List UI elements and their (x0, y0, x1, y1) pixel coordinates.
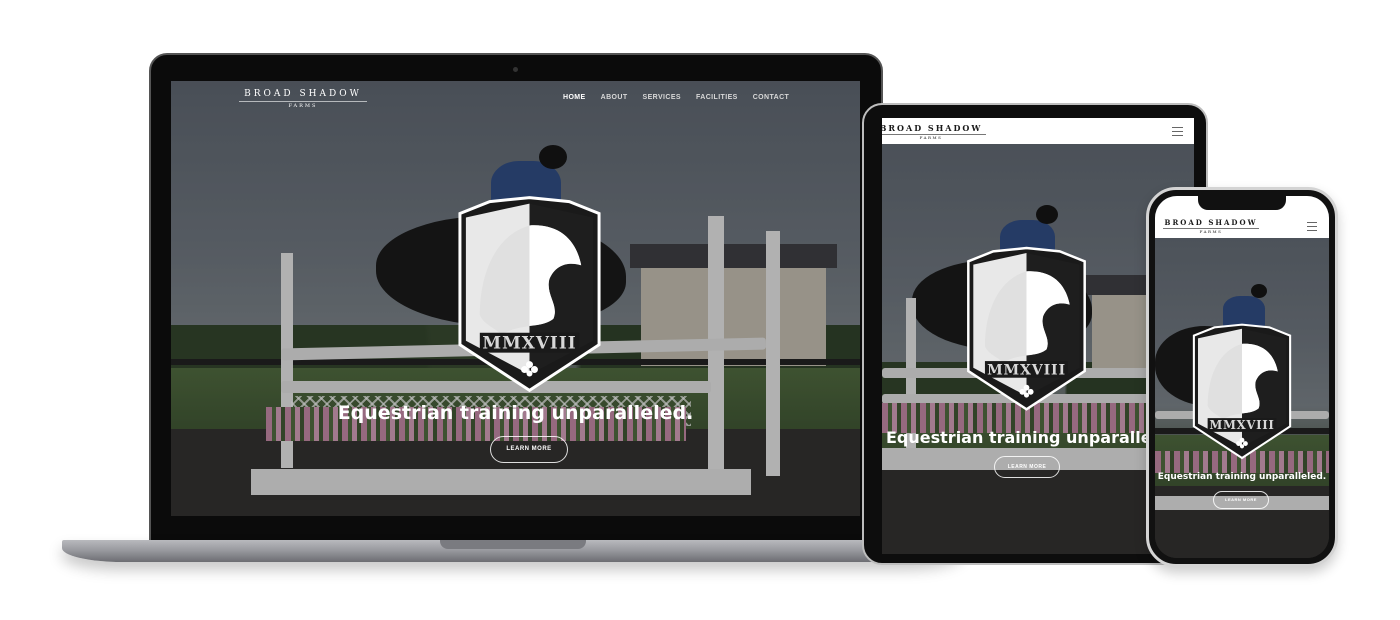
horse-crest-icon: MMXVIII (960, 245, 1093, 414)
horse-crest-icon: MMXVIII (1187, 322, 1297, 462)
site-logo[interactable]: BROAD SHADOW FARMS (239, 89, 367, 109)
logo-main-text: BROAD SHADOW (882, 123, 983, 133)
laptop-screen: BROAD SHADOW FARMS HOME ABOUT SERVICES F… (171, 81, 860, 516)
nav-home[interactable]: HOME (563, 94, 586, 101)
phone-notch (1198, 196, 1286, 210)
hero-title: Equestrian training unparalleled. (886, 428, 1186, 447)
learn-more-button[interactable]: LEARN MORE (490, 436, 568, 463)
nav-facilities[interactable]: FACILITIES (696, 94, 738, 101)
learn-more-button[interactable]: LEARN MORE (994, 456, 1060, 478)
crest-year: MMXVIII (1209, 418, 1274, 432)
logo-sub-text: FARMS (882, 134, 986, 140)
nav-contact[interactable]: CONTACT (753, 94, 790, 101)
logo-sub-text: FARMS (1163, 228, 1259, 234)
laptop-camera (513, 67, 518, 72)
logo-main-text: BROAD SHADOW (244, 89, 362, 99)
learn-more-button[interactable]: LEARN MORE (1213, 491, 1269, 509)
phone-screen: BROAD SHADOW FARMS MMXVIII Equestrian tr… (1155, 196, 1329, 558)
logo-sub-text: FARMS (239, 101, 367, 109)
hero-title: Equestrian training unparalleled. (1157, 472, 1327, 482)
hamburger-menu-icon[interactable] (1172, 127, 1183, 139)
main-nav: HOME ABOUT SERVICES FACILITIES CONTACT (563, 94, 789, 101)
laptop-notch (440, 540, 586, 549)
site-logo[interactable]: BROAD SHADOW FARMS (882, 123, 986, 140)
logo-main-text: BROAD SHADOW (1164, 218, 1258, 227)
hamburger-menu-icon[interactable] (1307, 222, 1317, 234)
nav-about[interactable]: ABOUT (601, 94, 628, 101)
hero-title: Equestrian training unparalleled. (337, 402, 694, 424)
crest-year: MMXVIII (987, 362, 1066, 378)
site-logo[interactable]: BROAD SHADOW FARMS (1163, 218, 1259, 234)
tablet-header: BROAD SHADOW FARMS (882, 118, 1194, 144)
crest-year: MMXVIII (482, 333, 576, 353)
horse-crest-icon: MMXVIII (450, 194, 609, 396)
nav-services[interactable]: SERVICES (643, 94, 681, 101)
